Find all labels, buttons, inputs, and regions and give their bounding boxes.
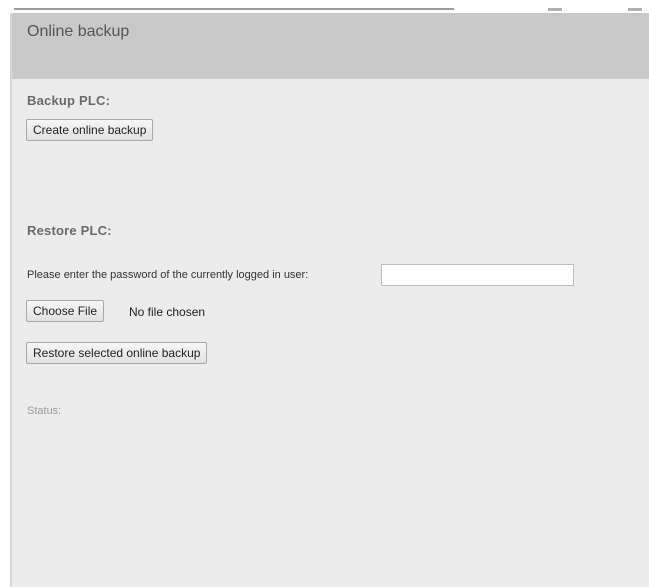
restore-plc-heading: Restore PLC: [27, 223, 112, 238]
panel-header: Online backup [12, 13, 649, 79]
backup-plc-heading: Backup PLC: [27, 93, 111, 108]
top-divider-tick [628, 8, 642, 11]
top-divider-tick [548, 8, 562, 11]
choose-file-button[interactable]: Choose File [26, 300, 105, 322]
top-divider [14, 8, 454, 10]
password-label: Please enter the password of the current… [27, 269, 309, 281]
status-label: Status: [27, 405, 62, 417]
panel-title: Online backup [27, 23, 130, 40]
password-input[interactable] [381, 264, 574, 286]
create-online-backup-button[interactable]: Create online backup [26, 119, 154, 141]
online-backup-panel: Online backup Backup PLC: Create online … [10, 13, 649, 587]
restore-selected-backup-button[interactable]: Restore selected online backup [26, 342, 208, 364]
file-chosen-status: No file chosen [129, 305, 206, 319]
